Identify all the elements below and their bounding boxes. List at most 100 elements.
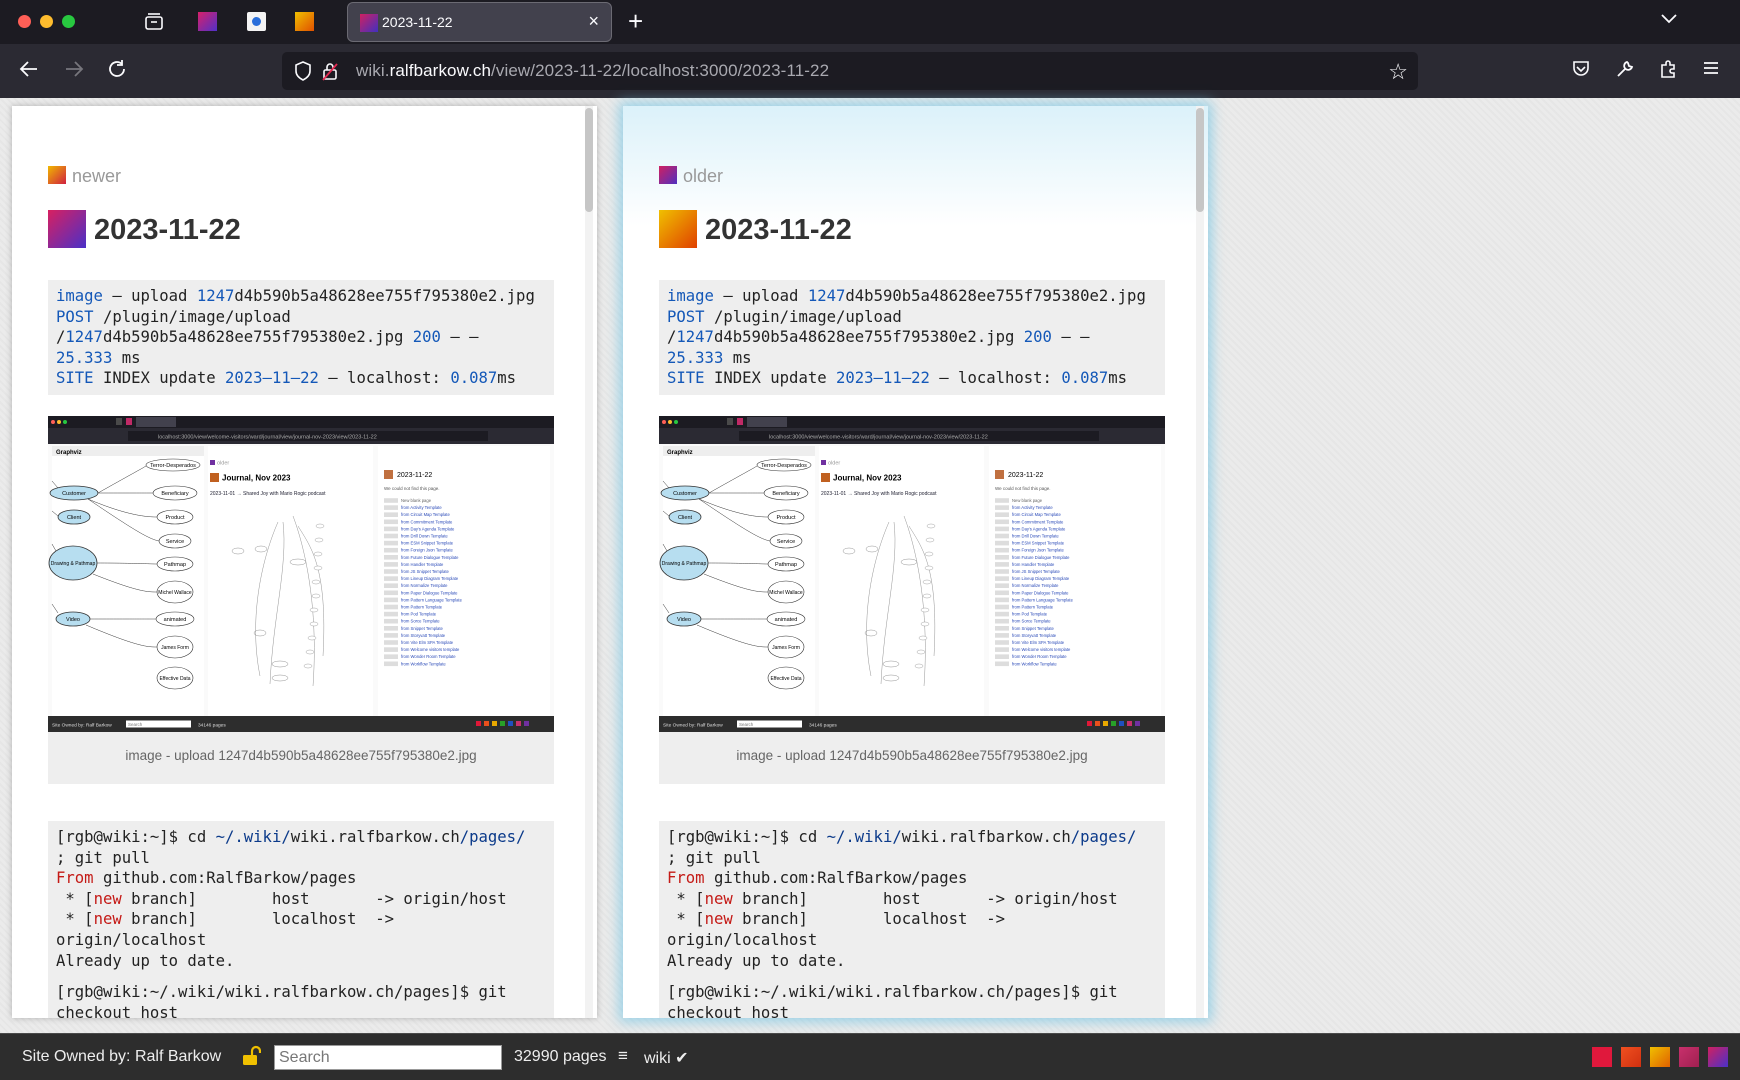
- scrollbar-thumb[interactable]: [1196, 108, 1204, 212]
- window-maximize-button[interactable]: [62, 15, 75, 28]
- page-scrollbar[interactable]: [585, 106, 593, 1018]
- scrollbar-thumb[interactable]: [585, 108, 593, 212]
- template-button: [995, 519, 1009, 525]
- template-button: [384, 597, 398, 603]
- forward-button[interactable]: [63, 58, 85, 85]
- template-button: [384, 647, 398, 652]
- screenshot-image[interactable]: localhost:3000/view/welcome-visitors/war…: [659, 416, 1165, 732]
- template-button: [384, 633, 398, 638]
- template-button: [384, 555, 398, 560]
- template-button: [384, 654, 398, 659]
- tab-active[interactable]: 2023-11-22 ×: [347, 2, 612, 42]
- svg-text:older: older: [828, 461, 840, 467]
- list-all-tabs-icon[interactable]: [1660, 13, 1678, 25]
- new-tab-button[interactable]: +: [628, 6, 643, 37]
- navigation-bar: wiki.ralfbarkow.ch/view/2023-11-22/local…: [0, 44, 1740, 98]
- reload-button[interactable]: [106, 58, 128, 85]
- template-button: [384, 547, 398, 553]
- wiki-page-newer[interactable]: newer 2023-11-22 image – upload 1247d4b5…: [12, 106, 597, 1018]
- window-minimize-button[interactable]: [40, 15, 53, 28]
- template-button: [384, 640, 398, 645]
- template-button: [995, 654, 1009, 659]
- bookmark-star-icon[interactable]: ☆: [1388, 59, 1408, 85]
- extensions-puzzle-icon[interactable]: [1658, 59, 1678, 79]
- url-text[interactable]: wiki.ralfbarkow.ch/view/2023-11-22/local…: [356, 61, 829, 81]
- template-button: [995, 569, 1009, 574]
- git-checkout-code-block: [rgb@wiki:~/.wiki/wiki.ralfbarkow.ch/pag…: [659, 976, 1165, 1018]
- svg-text:Drawing & Pathmap: Drawing & Pathmap: [51, 561, 96, 567]
- hamburger-menu-icon[interactable]: [1702, 59, 1720, 77]
- search-input[interactable]: [274, 1045, 502, 1070]
- template-link: from Foreign Json Template: [1012, 548, 1064, 553]
- wiki-page-older[interactable]: older 2023-11-22 image – upload 1247d4b5…: [623, 106, 1208, 1018]
- screenshot-image[interactable]: localhost:3000/view/welcome-visitors/war…: [48, 416, 554, 732]
- template-link: from Commitment Template: [1012, 519, 1064, 524]
- template-link: from Welcome visitors template: [1012, 647, 1071, 652]
- window-close-button[interactable]: [18, 15, 31, 28]
- template-link: from Drill Down Template: [401, 534, 448, 539]
- svg-text:2023-11-01 → Shared Joy with M: 2023-11-01 → Shared Joy with Mario Rogic…: [821, 491, 937, 497]
- template-link: from Paper Dialogue Template: [401, 590, 458, 595]
- page-title-text: 2023-11-22: [94, 214, 241, 246]
- image-caption: image - upload 1247d4b590b5a48628ee755f7…: [736, 748, 1088, 763]
- url-path: /view/2023-11-22/localhost:3000/2023-11-…: [491, 61, 830, 80]
- wiki-main: newer 2023-11-22 image – upload 1247d4b5…: [0, 98, 1740, 1033]
- template-link: from Snippet Template: [401, 626, 443, 631]
- page-favicon[interactable]: [659, 210, 697, 248]
- page-favicon[interactable]: [48, 210, 86, 248]
- wiki-link[interactable]: wiki ✔: [644, 1048, 689, 1068]
- pinned-tab-favicon[interactable]: [198, 12, 217, 31]
- wrench-icon[interactable]: [1615, 59, 1635, 79]
- back-button[interactable]: [18, 58, 40, 85]
- tab-favicon: [360, 14, 378, 32]
- pocket-icon[interactable]: [1571, 59, 1591, 79]
- template-button: [995, 547, 1009, 553]
- svg-text:Product: Product: [777, 515, 796, 521]
- unlocked-padlock-icon[interactable]: [241, 1045, 261, 1067]
- neighbor-site-icon[interactable]: [1708, 1047, 1728, 1067]
- svg-text:2023-11-22: 2023-11-22: [397, 472, 432, 479]
- tab-close-icon[interactable]: ×: [588, 11, 599, 32]
- firefox-view-icon[interactable]: [143, 11, 165, 33]
- template-link: from JS Snippet Template: [401, 569, 450, 574]
- menu-icon[interactable]: ≡: [618, 1046, 628, 1066]
- back-arrow-icon: [19, 61, 37, 77]
- insecure-lock-icon[interactable]: [322, 61, 338, 81]
- template-link: from Vite Elm SPA Template: [1012, 640, 1065, 645]
- pinned-tab-favicon[interactable]: [247, 12, 266, 31]
- svg-text:older: older: [217, 461, 229, 467]
- svg-text:34146 pages: 34146 pages: [809, 723, 837, 729]
- neighbor-site-icon[interactable]: [1592, 1047, 1612, 1067]
- svg-text:Service: Service: [166, 539, 184, 545]
- image-item[interactable]: localhost:3000/view/welcome-visitors/war…: [659, 416, 1165, 784]
- tracking-protection-shield-icon[interactable]: [294, 61, 312, 81]
- template-button: [995, 640, 1009, 645]
- twin-label: older: [683, 166, 724, 186]
- page-scrollbar[interactable]: [1196, 106, 1204, 1018]
- page-count: 32990 pages: [514, 1048, 607, 1065]
- svg-text:Video: Video: [677, 617, 691, 623]
- wiki-footer: Site Owned by: Ralf Barkow 32990 pages ≡…: [0, 1033, 1740, 1080]
- template-link: from ESM Snippet Template: [1012, 541, 1065, 546]
- template-button: [995, 626, 1009, 631]
- neighbor-site-icon[interactable]: [1679, 1047, 1699, 1067]
- image-item[interactable]: localhost:3000/view/welcome-visitors/war…: [48, 416, 554, 784]
- svg-text:Client: Client: [678, 515, 693, 521]
- git-checkout-code-block: [rgb@wiki:~/.wiki/wiki.ralfbarkow.ch/pag…: [48, 976, 554, 1018]
- template-button: [995, 540, 1009, 546]
- svg-text:Michel Wallace: Michel Wallace: [769, 590, 803, 596]
- template-link: from Sorce Template: [1012, 619, 1051, 624]
- template-link: from Wonder Room Template: [1012, 654, 1067, 659]
- twin-label: newer: [72, 166, 122, 186]
- template-link: from Circuit Map Template: [401, 512, 450, 517]
- log-code-block: image – upload 1247d4b590b5a48628ee755f7…: [659, 280, 1165, 395]
- pinned-tab-favicon[interactable]: [295, 12, 314, 31]
- template-link: from Handler Template: [401, 562, 444, 567]
- site-owner-link[interactable]: Site Owned by: Ralf Barkow: [22, 1048, 221, 1066]
- template-link: from JS Snippet Template: [1012, 569, 1061, 574]
- template-button: [384, 590, 398, 596]
- neighbor-site-icon[interactable]: [1621, 1047, 1641, 1067]
- neighbor-site-icon[interactable]: [1650, 1047, 1670, 1067]
- svg-text:Customer: Customer: [673, 491, 697, 497]
- url-bar[interactable]: wiki.ralfbarkow.ch/view/2023-11-22/local…: [282, 52, 1418, 90]
